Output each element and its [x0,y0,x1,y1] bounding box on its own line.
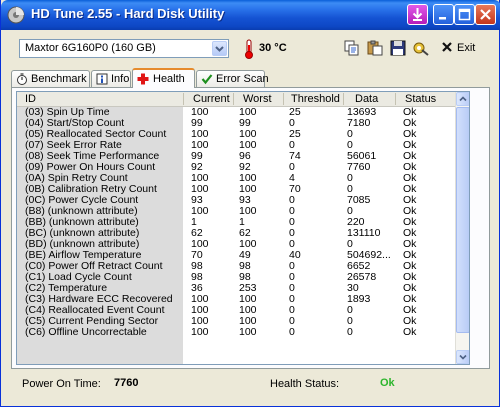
tab-label: Error Scan [216,73,269,85]
tab-health[interactable]: Health [132,68,195,88]
cell-worst: 100 [239,326,257,338]
scroll-down-arrow-icon [459,354,467,360]
maximize-button[interactable] [454,4,475,25]
column-header-worst[interactable]: Worst [243,93,272,105]
exit-x-icon [442,42,452,52]
down-arrow-icon [412,8,423,21]
power-on-time-value: 7760 [114,377,139,389]
title-bar[interactable]: HD Tune 2.55 - Hard Disk Utility [1,0,500,30]
scroll-up-arrow-icon [459,96,467,102]
chevron-down-icon [215,46,224,52]
stopwatch-icon [17,73,27,85]
health-status-label: Health Status: [270,378,340,390]
cell-data: 0 [347,326,353,338]
exit-label: Exit [457,42,476,54]
table-row[interactable]: (C6) Offline Uncorrectable 100 100 0 0 Ok [17,326,455,338]
exit-button[interactable]: Exit [441,41,475,54]
cell-threshold: 0 [289,326,295,338]
info-icon [96,73,108,85]
column-header-current[interactable]: Current [193,93,230,105]
column-divider[interactable] [343,93,344,105]
power-on-time-label: Power On Time: [22,378,101,390]
window-title: HD Tune 2.55 - Hard Disk Utility [31,6,225,21]
minimize-icon [439,17,446,20]
tab-benchmark[interactable]: Benchmark [11,70,90,87]
scrollbar-thumb[interactable] [456,107,469,333]
paste-icon[interactable] [367,40,383,56]
column-divider[interactable] [283,93,284,105]
cell-status: Ok [403,326,417,338]
column-divider[interactable] [233,93,234,105]
column-header-id[interactable]: ID [25,93,36,105]
temperature-readout: 30 °C [259,42,287,54]
tab-label: Health [153,73,185,85]
scroll-down-button[interactable] [456,350,469,364]
tab-label: Info [111,73,130,85]
close-icon [480,9,491,20]
drive-dropdown[interactable]: Maxtor 6G160P0 (160 GB) [19,39,229,58]
health-status-value: Ok [380,377,395,389]
close-button[interactable] [475,4,496,25]
cell-current: 100 [191,326,209,338]
app-window: HD Tune 2.55 - Hard Disk Utility Maxtor … [0,0,500,407]
download-button[interactable] [407,4,428,25]
tab-label: Benchmark [31,73,87,85]
column-header-threshold[interactable]: Threshold [291,93,340,105]
dropdown-arrow-button[interactable] [212,41,227,56]
table-header: ID Current Worst Threshold Data Status [17,92,469,107]
column-header-status[interactable]: Status [405,93,436,105]
thermometer-icon [245,39,253,59]
red-cross-icon [137,73,149,85]
checkmark-icon [201,74,213,85]
smart-attributes-table[interactable]: ID Current Worst Threshold Data Status (… [16,91,470,365]
column-divider[interactable] [183,93,184,105]
tab-info[interactable]: Info [91,70,131,87]
minimize-button[interactable] [433,4,454,25]
maximize-icon [458,8,471,21]
drive-dropdown-value: Maxtor 6G160P0 (160 GB) [25,42,156,54]
save-icon[interactable] [390,40,406,56]
tab-error-scan[interactable]: Error Scan [196,70,269,87]
scroll-up-button[interactable] [456,92,469,106]
options-icon[interactable] [413,40,429,56]
column-divider[interactable] [395,93,396,105]
app-disk-icon [7,6,25,24]
vertical-scrollbar[interactable] [455,92,469,364]
cell-id: (C6) Offline Uncorrectable [25,326,147,338]
copy-icon[interactable] [344,40,360,56]
column-header-data[interactable]: Data [355,93,378,105]
